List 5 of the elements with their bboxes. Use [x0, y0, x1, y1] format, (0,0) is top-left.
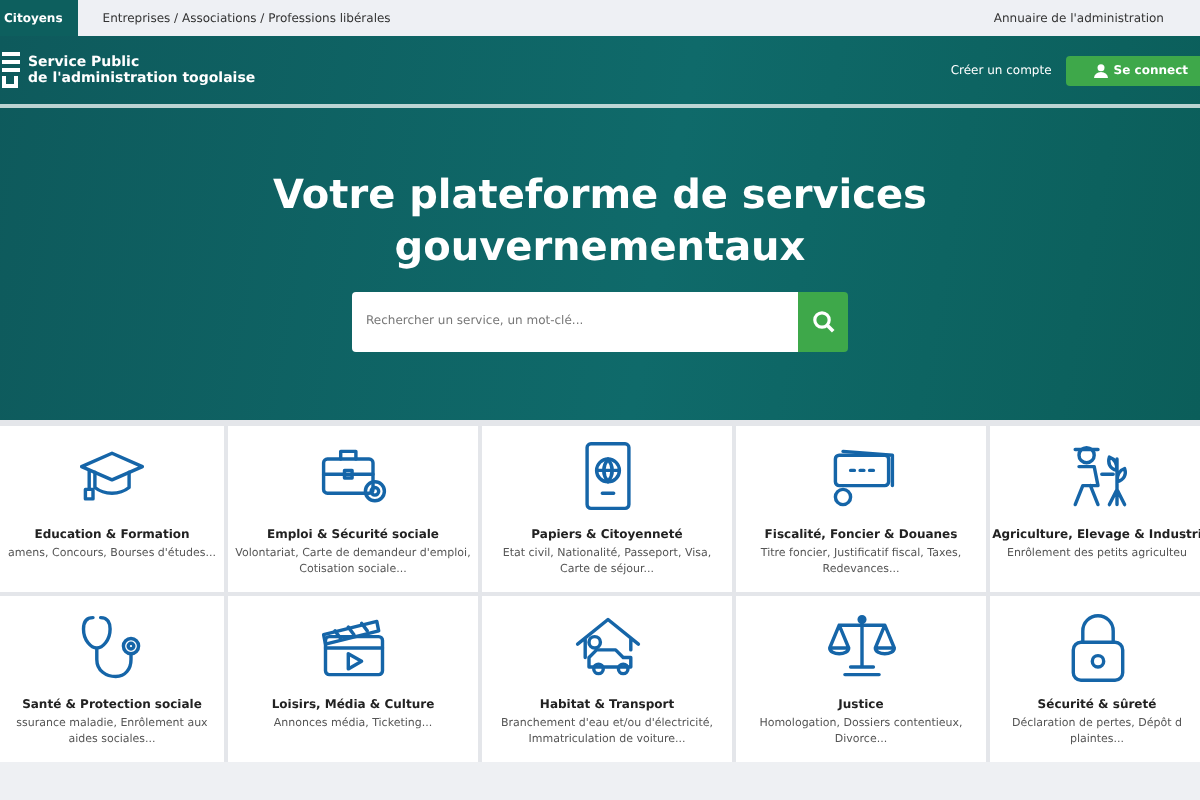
user-icon — [1093, 63, 1108, 77]
hero-title: Votre plateforme de services gouvernementaux — [271, 167, 929, 271]
search-button[interactable] — [798, 291, 848, 351]
logo-icon — [2, 50, 20, 90]
search-icon — [811, 309, 835, 333]
